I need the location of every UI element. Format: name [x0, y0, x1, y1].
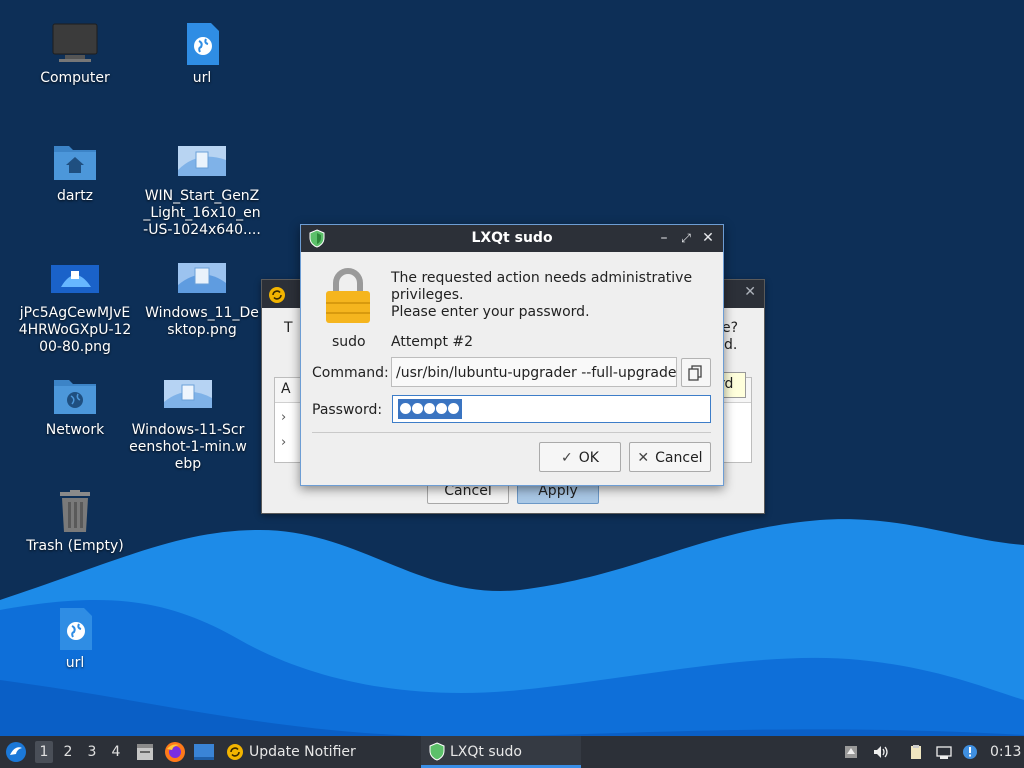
task-update-notifier[interactable]: Update Notifier: [224, 736, 414, 768]
task-lxqt-sudo[interactable]: LXQt sudo: [421, 736, 581, 768]
dialog-text-fragment: e?: [722, 320, 739, 336]
network-wired-icon[interactable]: [936, 744, 952, 760]
ok-label: OK: [578, 450, 599, 466]
desktop-icon-url-2[interactable]: url: [16, 607, 134, 672]
lubuntu-menu-icon[interactable]: [5, 741, 27, 763]
dialog-text-fragment: d.: [724, 337, 738, 353]
desktop-icon-windows11-screenshot[interactable]: Windows-11-Screenshot-1-min.webp: [129, 374, 247, 473]
web-link-file-icon: [187, 23, 219, 65]
desktop-icon-win-start-image[interactable]: WIN_Start_GenZ_Light_16x10_en-US-1024x64…: [143, 140, 261, 239]
desktop-icon-label: Trash (Empty): [26, 538, 124, 554]
desktop-icon-label: WIN_Start_GenZ_Light_16x10_en-US-1024x64…: [143, 188, 261, 238]
lxqt-sudo-dialog: LXQt sudo – ⤢ ✕ sudo The requested actio…: [300, 224, 724, 486]
desktop-icon-jpc5-image[interactable]: jPc5AgCewMJvE4HRWoGXpU-1200-80.png: [16, 257, 134, 356]
copy-icon: [688, 365, 702, 381]
workspace-4[interactable]: 4: [107, 741, 125, 763]
password-dot: [412, 403, 423, 414]
file-manager-icon[interactable]: [135, 742, 155, 762]
desktop-icon-trash[interactable]: Trash (Empty): [16, 490, 134, 555]
check-icon: ✓: [561, 450, 573, 466]
update-notifier-icon: [269, 287, 285, 303]
desktop-icon-label: Computer: [40, 70, 110, 86]
network-folder-icon: [54, 380, 96, 414]
password-dot: [448, 403, 459, 414]
task-label: Update Notifier: [249, 744, 356, 760]
desktop-icon-label: Network: [45, 422, 105, 438]
maximize-icon[interactable]: ⤢: [677, 228, 695, 248]
workspace-3[interactable]: 3: [83, 741, 101, 763]
message-line: The requested action needs administrativ…: [391, 270, 693, 286]
ok-button[interactable]: ✓ OK: [539, 442, 621, 472]
desktop-icon-label: Windows_11_Desktop.png: [145, 305, 259, 338]
update-available-icon[interactable]: [962, 744, 978, 760]
cancel-label: Cancel: [655, 450, 703, 466]
command-field[interactable]: /usr/bin/lubuntu-upgrader --full-upgrade: [391, 357, 677, 387]
firefox-icon[interactable]: [164, 741, 186, 763]
message-line: privileges.: [391, 287, 464, 303]
privilege-message: The requested action needs administrativ…: [391, 270, 692, 321]
close-icon[interactable]: ✕: [699, 228, 717, 248]
separator: [312, 432, 711, 433]
panel-notification-icon[interactable]: [843, 744, 859, 760]
image-thumbnail-icon: [51, 265, 99, 293]
cancel-button[interactable]: ✕ Cancel: [629, 442, 711, 472]
message-line: Please enter your password.: [391, 304, 590, 320]
desktop-icon-windows11-desktop[interactable]: Windows_11_Desktop.png: [143, 257, 261, 339]
desktop-icon-computer[interactable]: Computer: [16, 22, 134, 87]
password-dot: [424, 403, 435, 414]
workspace-1[interactable]: 1: [35, 741, 53, 763]
image-thumbnail-icon: [178, 146, 226, 176]
show-desktop-icon[interactable]: [193, 742, 215, 762]
update-notifier-icon: [227, 744, 243, 760]
sudo-user-label: sudo: [332, 334, 366, 350]
password-selection: [398, 399, 462, 419]
desktop-icon-dartz[interactable]: dartz: [16, 140, 134, 205]
password-input[interactable]: [392, 395, 711, 423]
desktop-icon-label: jPc5AgCewMJvE4HRWoGXpU-1200-80.png: [18, 305, 132, 355]
lock-icon: [326, 268, 370, 323]
copy-command-button[interactable]: [681, 358, 711, 387]
desktop-icon-url[interactable]: url: [143, 22, 261, 87]
desktop-icon-label: dartz: [56, 188, 94, 204]
password-dot: [436, 403, 447, 414]
web-link-file-icon: [60, 608, 92, 650]
attempt-counter: Attempt #2: [391, 334, 474, 350]
desktop-icon-label: url: [192, 70, 212, 86]
chevron-right-icon[interactable]: ›: [281, 435, 286, 450]
dialog-text-fragment: T: [284, 320, 293, 336]
desktop-icon-label: Windows-11-Screenshot-1-min.webp: [129, 422, 247, 472]
volume-icon[interactable]: [872, 744, 888, 760]
shield-icon: [429, 742, 445, 761]
chevron-right-icon[interactable]: ›: [281, 410, 286, 425]
home-folder-icon: [54, 146, 96, 180]
clock[interactable]: 0:13: [990, 736, 1022, 768]
trash-icon: [60, 490, 90, 532]
sudo-titlebar[interactable]: LXQt sudo – ⤢ ✕: [301, 225, 723, 252]
minimize-icon[interactable]: –: [655, 228, 673, 248]
desktop-icon-label: url: [65, 655, 85, 671]
task-label: LXQt sudo: [450, 744, 522, 760]
password-label: Password:: [312, 402, 383, 418]
computer-icon: [52, 23, 98, 62]
close-icon[interactable]: ✕: [744, 284, 756, 300]
desktop-icon-network[interactable]: Network: [16, 374, 134, 439]
image-thumbnail-icon: [164, 380, 212, 408]
image-thumbnail-icon: [178, 263, 226, 293]
command-label: Command:: [312, 365, 389, 381]
cancel-x-icon: ✕: [637, 450, 650, 466]
clipboard-icon[interactable]: [908, 744, 924, 760]
taskbar: 1 2 3 4 Update Notifier LXQt sudo 0:13: [0, 736, 1024, 768]
tree-header-label: A: [281, 381, 291, 397]
password-dot: [400, 403, 411, 414]
workspace-2[interactable]: 2: [59, 741, 77, 763]
